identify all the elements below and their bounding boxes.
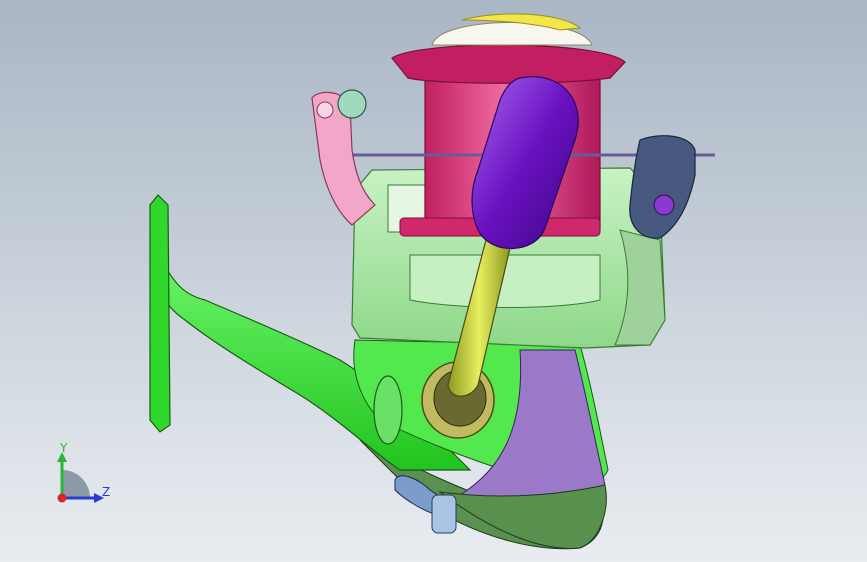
triad-z-label: Z	[102, 485, 111, 499]
reel-foot	[149, 194, 171, 433]
triad-x-axis-dot	[57, 493, 67, 503]
side-logo-emblem	[373, 375, 403, 445]
line-roller	[337, 89, 367, 119]
anti-reverse-pin	[431, 494, 457, 534]
cad-viewport[interactable]: Y Z	[0, 0, 867, 562]
bail-screw	[316, 101, 334, 119]
triad-y-label: Y	[60, 441, 68, 455]
bail-lever-pivot	[653, 194, 675, 216]
fishing-reel-model[interactable]	[0, 0, 867, 562]
spool-rim	[391, 44, 626, 84]
